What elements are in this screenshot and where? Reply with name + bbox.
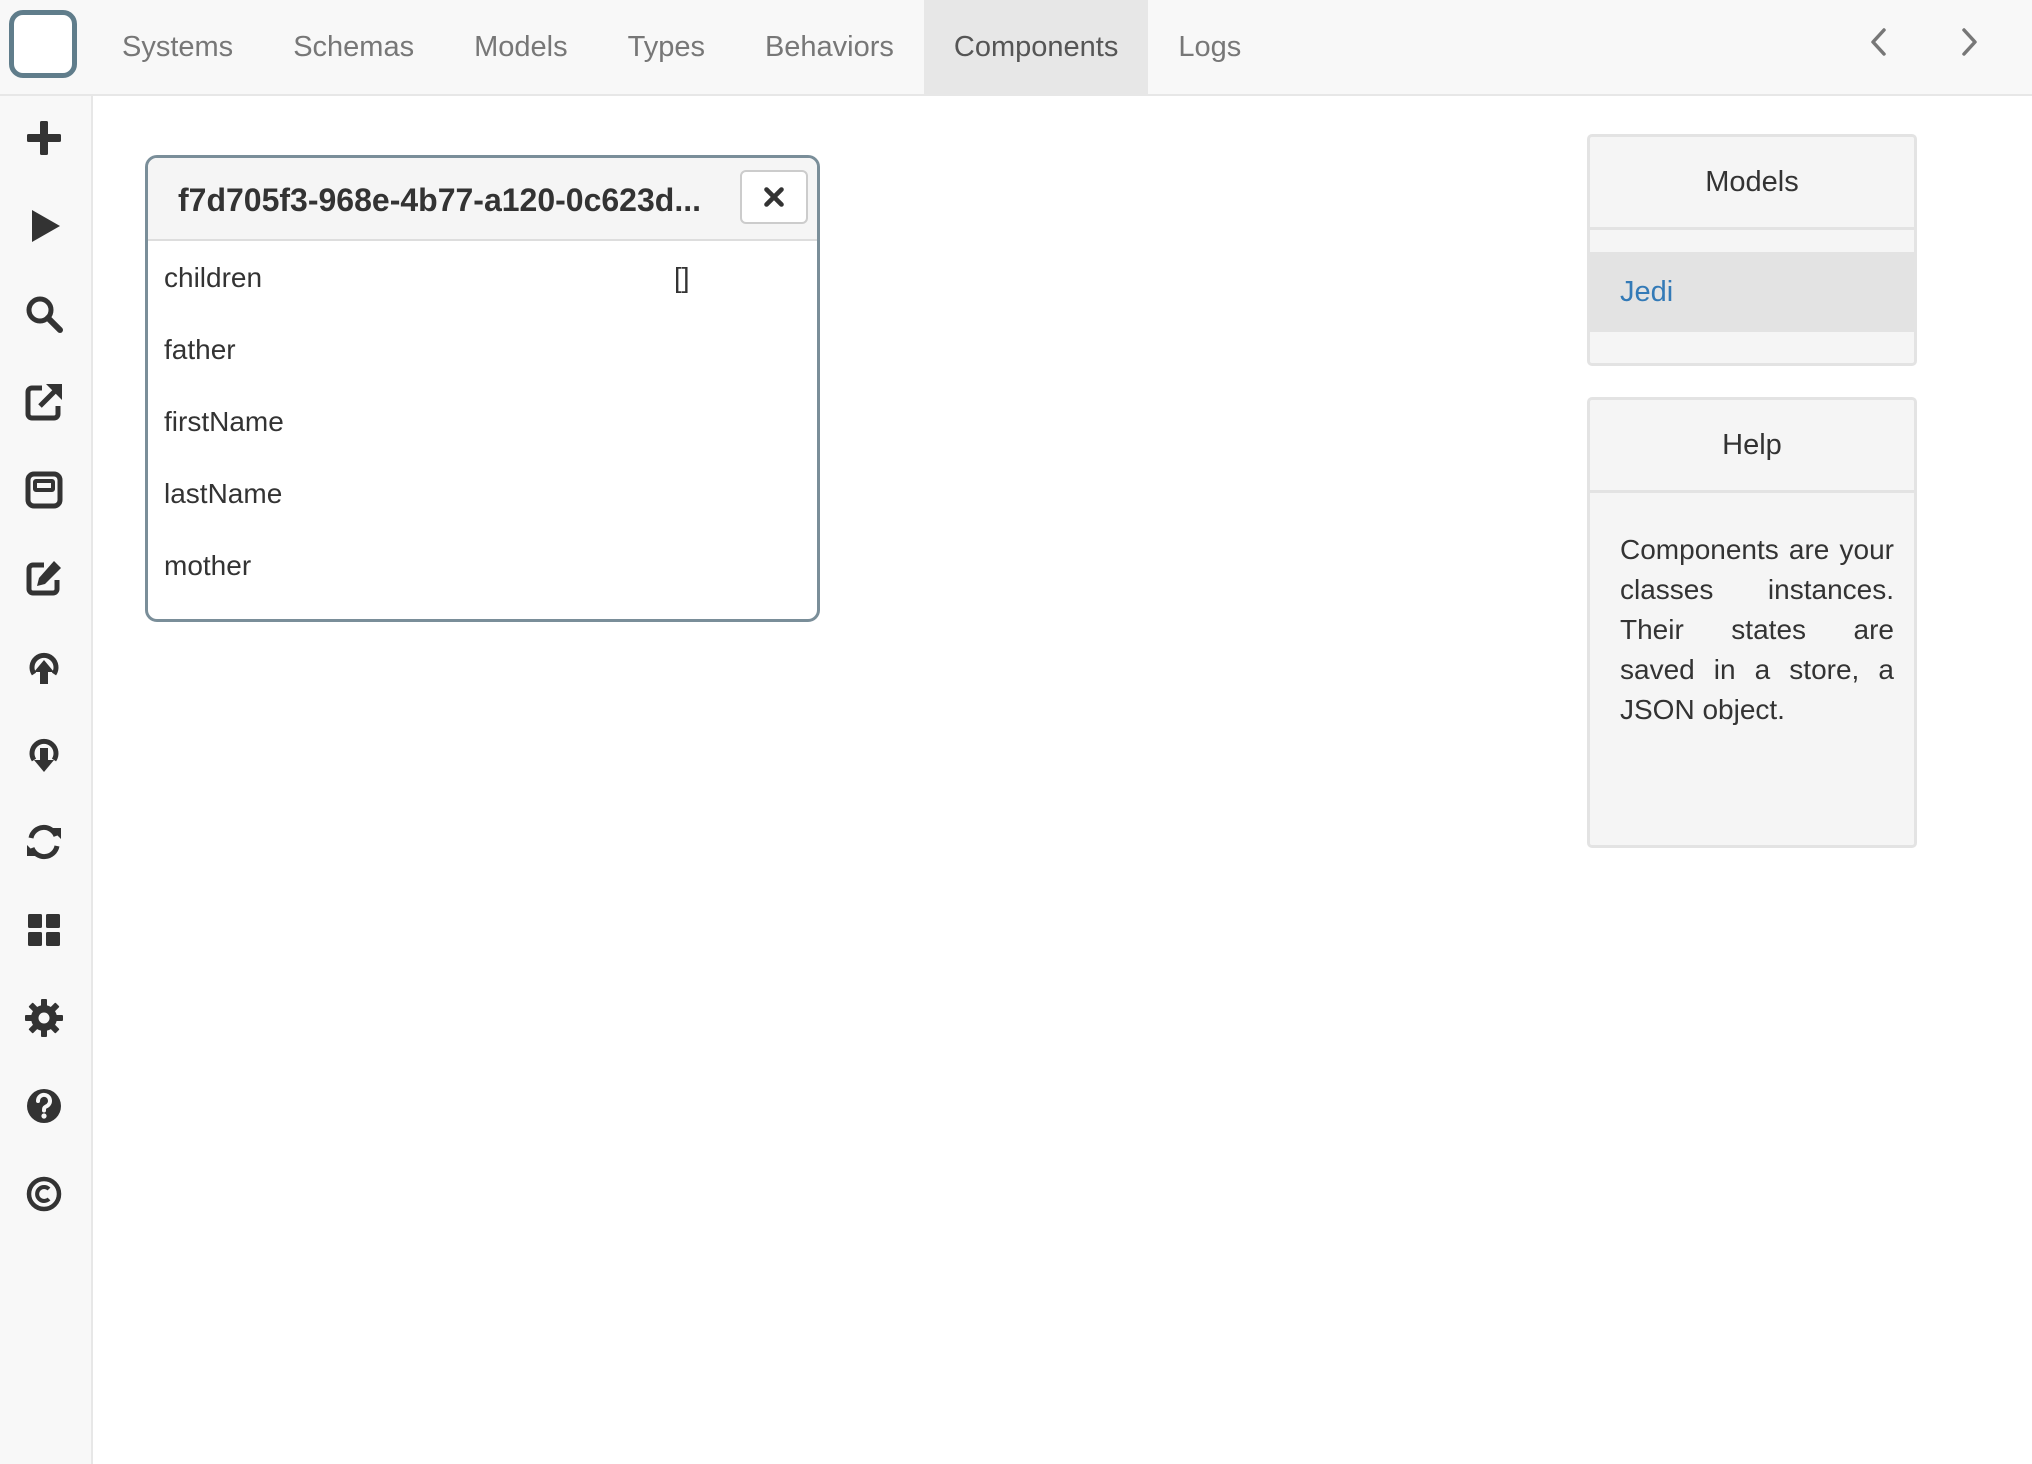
edit-icon[interactable] [22,556,66,600]
copyright-icon[interactable] [22,1172,66,1216]
property-name: children [164,262,263,293]
model-item-jedi[interactable]: Jedi [1590,252,1914,332]
search-icon[interactable] [22,292,66,336]
left-toolbar [0,96,93,1464]
top-navbar: Systems Schemas Models Types Behaviors C… [0,0,2032,96]
property-name: firstName [164,406,284,437]
component-panel: f7d705f3-968e-4b77-a120-0c623d... childr… [145,155,820,622]
refresh-icon[interactable] [22,820,66,864]
tab-logs[interactable]: Logs [1148,0,1271,94]
models-panel-title: Models [1590,137,1914,230]
component-panel-heading: f7d705f3-968e-4b77-a120-0c623d... [148,158,817,241]
tab-behaviors[interactable]: Behaviors [735,0,924,94]
chevron-right-icon[interactable] [1947,20,1991,64]
app-logo-icon[interactable] [9,10,77,78]
chevron-left-icon[interactable] [1857,20,1901,64]
tab-types[interactable]: Types [598,0,735,94]
property-row-children[interactable]: children [] [164,262,804,302]
property-row-father[interactable]: father [164,334,804,374]
property-name: lastName [164,478,283,509]
upload-icon[interactable] [22,644,66,688]
help-panel-title: Help [1590,400,1914,493]
component-id-title: f7d705f3-968e-4b77-a120-0c623d... [178,182,701,218]
property-name: father [164,334,236,365]
property-row-firstname[interactable]: firstName [164,406,804,446]
download-icon[interactable] [22,732,66,776]
main-tabs: Systems Schemas Models Types Behaviors C… [92,0,1271,94]
help-text: Components are your classes instances. T… [1620,534,1894,725]
property-row-mother[interactable]: mother [164,550,804,590]
share-square-icon[interactable] [22,380,66,424]
property-value[interactable]: [] [674,262,690,294]
dashboard-icon[interactable] [22,908,66,952]
window-icon[interactable] [22,468,66,512]
help-panel: Help Components are your classes instanc… [1587,397,1917,848]
tab-systems[interactable]: Systems [92,0,263,94]
play-icon[interactable] [22,204,66,248]
question-circle-icon[interactable] [22,1084,66,1128]
property-row-lastname[interactable]: lastName [164,478,804,518]
tab-schemas[interactable]: Schemas [263,0,444,94]
tab-models[interactable]: Models [444,0,598,94]
gear-icon[interactable] [22,996,66,1040]
property-name: mother [164,550,252,581]
plus-icon[interactable] [22,116,66,160]
tab-components[interactable]: Components [923,0,1149,94]
close-icon[interactable] [740,170,808,224]
models-panel: Models Jedi [1587,134,1917,366]
